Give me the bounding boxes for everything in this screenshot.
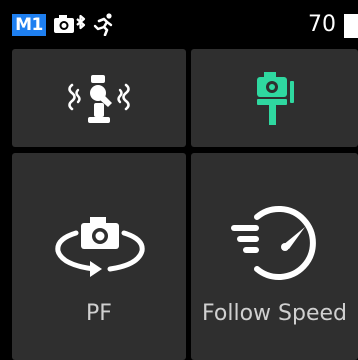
running-person-icon (92, 12, 116, 40)
status-bar: M1 70 (0, 0, 358, 44)
battery-level: 70 (308, 12, 336, 37)
gimbal-calibration-icon (68, 75, 130, 123)
mode-badge: M1 (12, 14, 46, 36)
battery-icon (344, 14, 358, 38)
tile-label-follow-speed: Follow Speed (202, 301, 347, 326)
camera-on-pole-icon (257, 72, 294, 125)
tile-follow-speed[interactable]: Follow Speed (191, 153, 358, 360)
tile-pan-follow[interactable]: PF (12, 153, 186, 360)
tile-label-pf: PF (86, 301, 112, 326)
gimbal-screen: M1 70 PF Follow Speed (0, 0, 358, 360)
speedometer-icon (231, 206, 316, 280)
camera-rotate-icon (55, 217, 145, 277)
camera-bluetooth-icon (53, 12, 87, 40)
tile-camera-lock[interactable] (191, 49, 358, 147)
tile-gimbal-calibration[interactable] (12, 49, 186, 147)
